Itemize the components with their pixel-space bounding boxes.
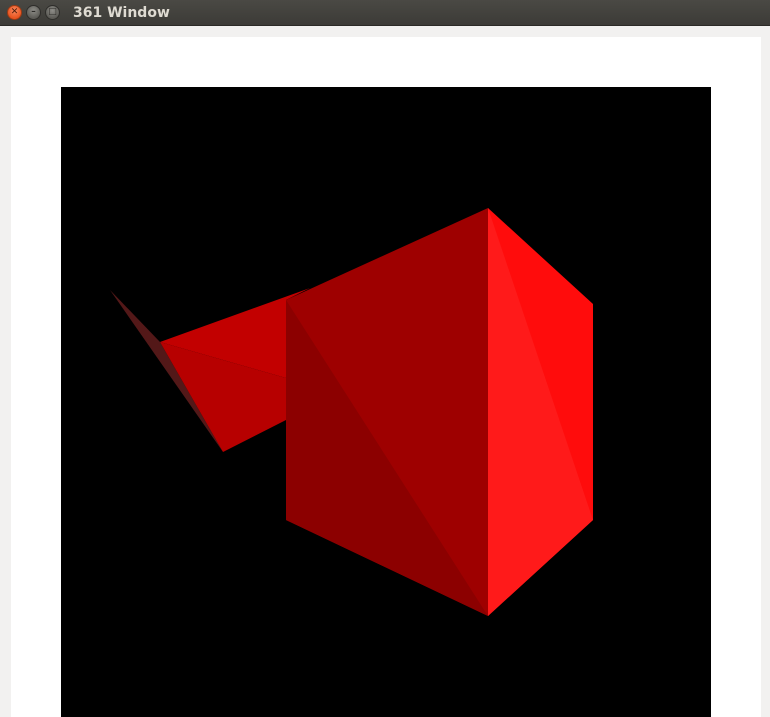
- close-button[interactable]: ✕: [7, 5, 22, 20]
- render-canvas[interactable]: [61, 87, 711, 717]
- cube-shape: [286, 208, 593, 616]
- maximize-button[interactable]: □: [45, 5, 60, 20]
- scene-svg: [110, 208, 593, 616]
- close-icon: ✕: [10, 7, 19, 17]
- minimize-icon: –: [31, 7, 36, 17]
- app-window: ✕ – □ 361 Window: [0, 0, 770, 717]
- title-bar[interactable]: ✕ – □ 361 Window: [0, 0, 770, 26]
- wedge-shape: [110, 288, 310, 452]
- window-title: 361 Window: [73, 5, 170, 21]
- maximize-icon: □: [48, 7, 57, 17]
- minimize-button[interactable]: –: [26, 5, 41, 20]
